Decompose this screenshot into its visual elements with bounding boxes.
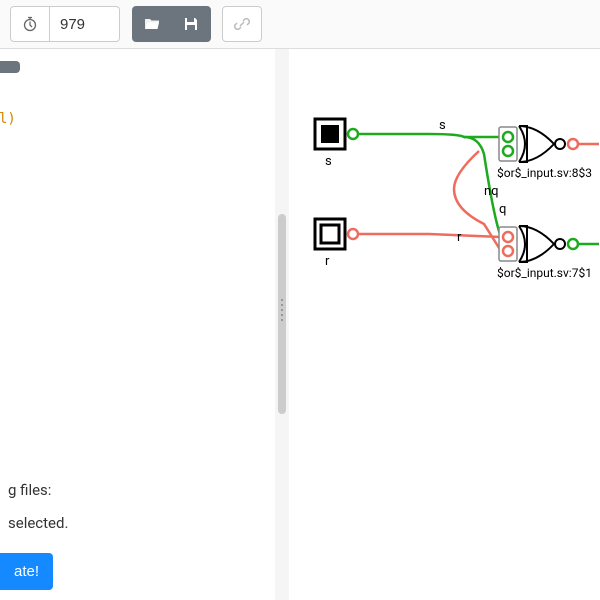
code-editor[interactable]: te model) ( nq); q); bbox=[0, 49, 275, 264]
main-area: te model) ( nq); q); g files: selected. … bbox=[0, 49, 600, 600]
input-s[interactable] bbox=[315, 119, 345, 149]
wire-s-label: s bbox=[439, 118, 446, 133]
toolbar bbox=[0, 0, 600, 49]
info-line: selected. bbox=[8, 507, 68, 540]
port-s-out bbox=[348, 129, 358, 139]
gate-top-label: $or$_input.sv:8$3 bbox=[497, 166, 592, 180]
stopwatch-icon bbox=[22, 16, 38, 32]
time-group bbox=[10, 6, 120, 42]
open-button[interactable] bbox=[132, 6, 172, 42]
wire-q-label: q bbox=[499, 202, 506, 217]
wire-nq-label: nq bbox=[484, 184, 499, 199]
circuit-panel[interactable]: s r s r nq q $or$_input. bbox=[289, 49, 600, 600]
file-tab[interactable] bbox=[0, 61, 20, 73]
wire-r bbox=[347, 234, 501, 237]
wire-s bbox=[347, 134, 501, 137]
link-button[interactable] bbox=[222, 6, 262, 42]
code-line: te model) bbox=[0, 111, 16, 127]
info-line: g files: bbox=[8, 474, 68, 507]
nor-gate-bottom[interactable] bbox=[499, 226, 578, 262]
nor-gate-top[interactable] bbox=[499, 126, 578, 162]
link-icon bbox=[234, 16, 250, 32]
gate-bottom-label: $or$_input.sv:7$1 bbox=[497, 266, 592, 280]
splitter-grip-icon bbox=[279, 299, 285, 321]
save-icon bbox=[183, 16, 199, 32]
time-input[interactable] bbox=[50, 6, 120, 42]
save-button[interactable] bbox=[171, 6, 211, 42]
file-group bbox=[132, 6, 211, 42]
circuit-diagram[interactable]: s r s r nq q $or$_input. bbox=[309, 109, 600, 409]
simulate-button[interactable]: ate! bbox=[0, 553, 53, 590]
wire-r-label: r bbox=[457, 230, 462, 245]
input-r-label: r bbox=[325, 254, 330, 269]
folder-open-icon bbox=[144, 16, 160, 32]
reset-button[interactable] bbox=[10, 6, 50, 42]
port-r-out bbox=[348, 229, 358, 239]
editor-panel: te model) ( nq); q); g files: selected. … bbox=[0, 49, 275, 600]
input-r[interactable] bbox=[315, 219, 345, 249]
input-s-label: s bbox=[325, 154, 332, 169]
info-text: g files: selected. bbox=[0, 474, 76, 540]
pane-splitter[interactable] bbox=[275, 49, 289, 600]
